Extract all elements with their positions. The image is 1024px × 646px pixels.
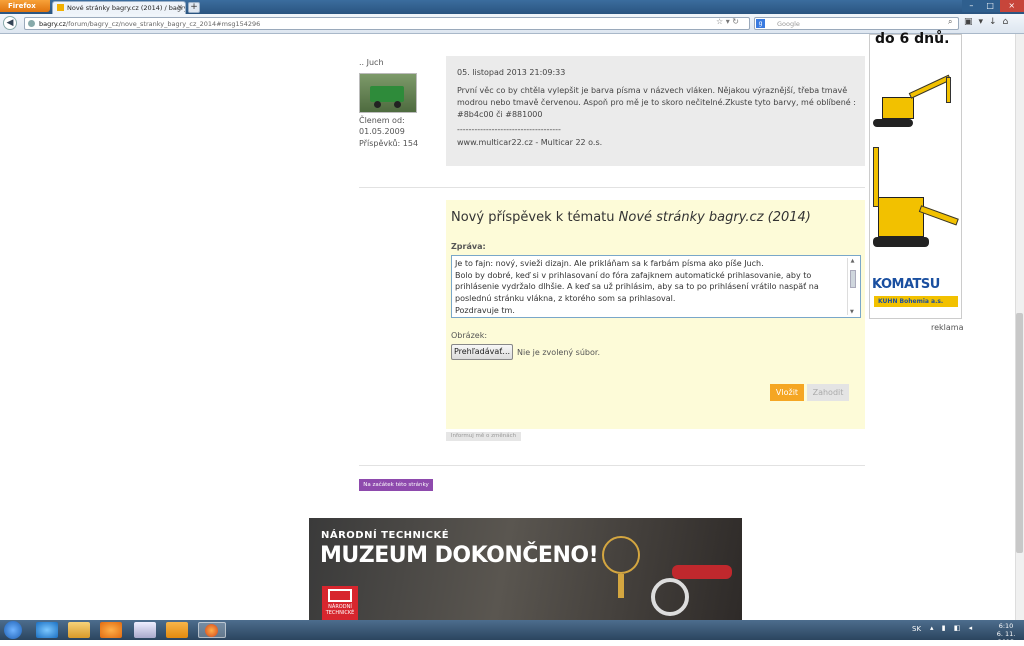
- reply-title-prefix: Nový příspěvek k tématu: [451, 210, 619, 225]
- sphere-stand: [618, 574, 624, 598]
- post-text: První věc co by chtěla vylepšit je barva…: [457, 86, 856, 119]
- post-date: 05. listopad 2013 21:09:33: [457, 68, 566, 77]
- divider: [359, 187, 865, 188]
- ad-brand-logo: KOMATSU: [872, 277, 940, 292]
- favicon-icon: [57, 4, 64, 11]
- url-domain: bagry.cz: [39, 20, 66, 28]
- message-textarea[interactable]: Je to fajn: nový, svieži dizajn. Ale pri…: [451, 255, 861, 318]
- new-tab-button[interactable]: +: [188, 2, 200, 13]
- tab-close-icon[interactable]: ×: [177, 3, 183, 11]
- post-author[interactable]: .. Juch: [359, 58, 384, 67]
- member-since-value: 01.05.2009: [359, 127, 405, 136]
- armillary-sphere-icon: [602, 536, 640, 574]
- notify-changes-button[interactable]: Informuj mě o změnách: [446, 432, 521, 441]
- start-button[interactable]: [4, 621, 22, 639]
- close-window-button[interactable]: ×: [999, 0, 1024, 12]
- search-input[interactable]: Google: [754, 17, 959, 30]
- banner-line2: MUZEUM DOKONČENO!: [320, 543, 599, 568]
- museum-logo-text: NÁRODNÍ TECHNICKÉ: [325, 604, 355, 616]
- message-scrollbar[interactable]: ▲ ▼: [847, 258, 857, 315]
- toolbar-icons[interactable]: ▣▾↓⌂: [964, 17, 1014, 27]
- motorcycle-image: [672, 565, 732, 579]
- museum-logo: NÁRODNÍ TECHNICKÉ: [322, 586, 358, 620]
- clock[interactable]: 6:10 6. 11. 2013: [988, 622, 1024, 646]
- firefox-taskbar-icon[interactable]: [198, 622, 226, 638]
- motorcycle-wheel: [651, 578, 689, 616]
- signature-separator: ------------------------------------: [457, 125, 561, 134]
- reply-title: Nový příspěvek k tématu Nové stránky bag…: [451, 210, 811, 225]
- post-signature: www.multicar22.cz - Multicar 22 o.s.: [457, 138, 603, 147]
- member-since-label: Členem od:: [359, 116, 405, 125]
- language-indicator[interactable]: SK: [912, 625, 921, 633]
- url-bar[interactable]: bagry.cz/forum/bagry_cz/nove_stranky_bag…: [24, 17, 750, 30]
- ad-headline: do 6 dnů.: [875, 31, 950, 47]
- file-explorer-icon[interactable]: [68, 622, 90, 638]
- banner-line1: NÁRODNÍ TECHNICKÉ: [321, 530, 450, 541]
- page-scroll-thumb[interactable]: [1016, 313, 1023, 553]
- internet-explorer-icon[interactable]: [36, 622, 58, 638]
- no-file-text: Nie je zvolený súbor.: [517, 348, 600, 357]
- clock-date: 6. 11. 2013: [996, 630, 1016, 646]
- back-to-top-button[interactable]: Na začátek této stránky: [359, 479, 433, 491]
- url-path: /forum/bagry_cz/nove_stranky_bagry_cz_20…: [65, 20, 261, 28]
- message-label: Zpráva:: [451, 242, 486, 251]
- reply-title-topic: Nové stránky bagry.cz (2014): [618, 210, 811, 225]
- window-controls: – □ ×: [962, 0, 1024, 12]
- outlook-icon[interactable]: [166, 622, 188, 638]
- bookmark-star-icon[interactable]: ☆ ▾ ↻: [716, 17, 739, 26]
- firefox-menu-button[interactable]: Firefox: [0, 0, 50, 12]
- discard-button[interactable]: Zahodit: [807, 384, 849, 401]
- divider: [359, 465, 865, 466]
- minimize-button[interactable]: –: [962, 0, 981, 12]
- search-icon[interactable]: ⌕: [948, 17, 952, 27]
- posts-count: Příspěvků: 154: [359, 139, 419, 148]
- avatar: [359, 73, 417, 113]
- media-player-icon[interactable]: [100, 622, 122, 638]
- tab-active[interactable]: Nové stránky bagry.cz (2014) / bagry.cz …: [52, 1, 186, 14]
- browse-file-button[interactable]: Prehľadávať...: [451, 344, 513, 360]
- ad-label: reklama: [931, 323, 964, 332]
- search-engine-icon[interactable]: g: [756, 19, 765, 28]
- tray-icons[interactable]: ▴ ▮ ◧ ◂: [930, 624, 975, 632]
- ad-dealer: KUHN Bohemia a.s.: [874, 296, 958, 307]
- notepad-icon[interactable]: [134, 622, 156, 638]
- submit-button[interactable]: Vložit: [770, 384, 804, 401]
- back-arrow-icon[interactable]: ◀: [3, 16, 17, 30]
- clock-time: 6:10: [998, 622, 1014, 630]
- site-identity-icon[interactable]: [28, 20, 35, 27]
- maximize-button[interactable]: □: [980, 0, 1000, 12]
- image-label: Obrázek:: [451, 331, 488, 340]
